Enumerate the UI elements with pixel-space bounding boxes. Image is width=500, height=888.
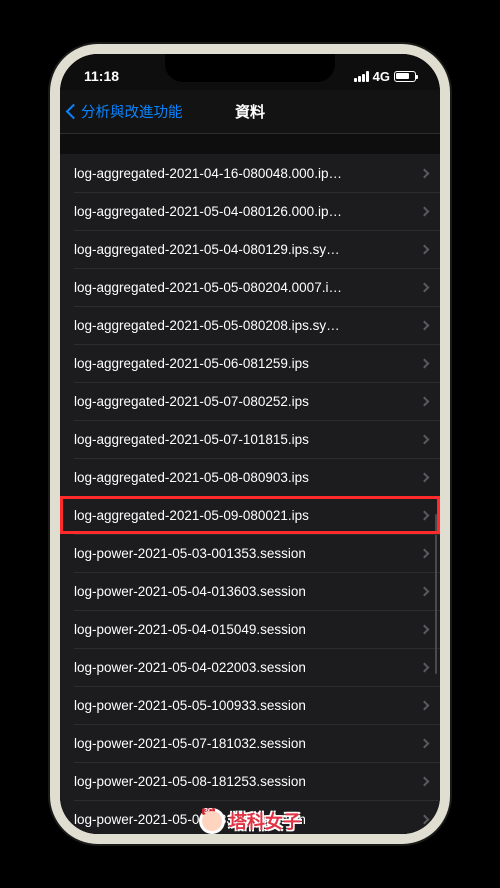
log-row-label: log-aggregated-2021-05-06-081259.ips <box>74 356 413 371</box>
chevron-right-icon <box>420 738 430 748</box>
log-row[interactable]: log-power-2021-05-04-013603.session <box>60 572 440 610</box>
chevron-right-icon <box>420 662 430 672</box>
log-row[interactable]: log-aggregated-2021-05-06-081259.ips <box>60 344 440 382</box>
log-row-label: log-aggregated-2021-05-05-080204.0007.i… <box>74 280 413 295</box>
log-row[interactable]: log-power-2021-05-05-100933.session <box>60 686 440 724</box>
phone-notch <box>165 54 335 82</box>
log-row-label: log-power-2021-05-04-013603.session <box>74 584 413 599</box>
signal-icon <box>354 71 369 82</box>
log-row-label: log-power-2021-05-03-001353.session <box>74 546 413 561</box>
page-title: 資料 <box>235 101 265 122</box>
log-row-label: log-aggregated-2021-04-16-080048.000.ip… <box>74 166 413 181</box>
screen: 11:18 4G 分析與改進功能 資料 log-aggregated-2021-… <box>60 54 440 834</box>
log-row[interactable]: log-aggregated-2021-05-05-080208.ips.sy… <box>60 306 440 344</box>
log-row-label: log-aggregated-2021-05-07-080252.ips <box>74 394 413 409</box>
log-row[interactable]: log-power-2021-05-03-001353.session <box>60 534 440 572</box>
chevron-right-icon <box>420 282 430 292</box>
chevron-right-icon <box>420 358 430 368</box>
status-time: 11:18 <box>84 68 119 84</box>
log-row[interactable]: log-power-2021-05-04-015049.session <box>60 610 440 648</box>
list-container[interactable]: log-aggregated-2021-04-16-080048.000.ip…… <box>60 134 440 834</box>
log-row-label: log-aggregated-2021-05-04-080126.000.ip… <box>74 204 413 219</box>
battery-icon <box>394 71 416 82</box>
log-row-label: log-power-2021-05-07-181032.session <box>74 736 413 751</box>
chevron-right-icon <box>420 206 430 216</box>
chevron-right-icon <box>420 244 430 254</box>
chevron-right-icon <box>420 624 430 634</box>
chevron-right-icon <box>420 510 430 520</box>
watermark: 3C 塔科女子 <box>199 808 301 834</box>
log-row[interactable]: log-aggregated-2021-05-05-080204.0007.i… <box>60 268 440 306</box>
back-label: 分析與改進功能 <box>81 101 183 122</box>
log-row[interactable]: log-aggregated-2021-05-09-080021.ips <box>60 496 440 534</box>
phone-frame: 11:18 4G 分析與改進功能 資料 log-aggregated-2021-… <box>50 44 450 844</box>
log-row-label: log-aggregated-2021-05-05-080208.ips.sy… <box>74 318 413 333</box>
log-row-label: log-power-2021-05-04-015049.session <box>74 622 413 637</box>
log-row-label: log-power-2021-05-08-181253.session <box>74 774 413 789</box>
chevron-right-icon <box>420 396 430 406</box>
log-row[interactable]: log-aggregated-2021-05-07-101815.ips <box>60 420 440 458</box>
chevron-right-icon <box>420 814 430 824</box>
log-row[interactable]: log-aggregated-2021-05-08-080903.ips <box>60 458 440 496</box>
log-row-label: log-power-2021-05-05-100933.session <box>74 698 413 713</box>
chevron-right-icon <box>420 700 430 710</box>
chevron-right-icon <box>420 776 430 786</box>
chevron-right-icon <box>420 168 430 178</box>
log-list: log-aggregated-2021-04-16-080048.000.ip…… <box>60 154 440 834</box>
log-row[interactable]: log-aggregated-2021-05-04-080126.000.ip… <box>60 192 440 230</box>
status-right: 4G <box>354 69 416 84</box>
network-label: 4G <box>373 69 390 84</box>
back-button[interactable]: 分析與改進功能 <box>60 101 183 122</box>
log-row-label: log-aggregated-2021-05-07-101815.ips <box>74 432 413 447</box>
chevron-right-icon <box>420 586 430 596</box>
log-row[interactable]: log-aggregated-2021-05-04-080129.ips.sy… <box>60 230 440 268</box>
chevron-right-icon <box>420 434 430 444</box>
chevron-right-icon <box>420 548 430 558</box>
log-row[interactable]: log-power-2021-05-07-181032.session <box>60 724 440 762</box>
log-row-label: log-aggregated-2021-05-09-080021.ips <box>74 508 413 523</box>
chevron-left-icon <box>66 104 82 120</box>
log-row-label: log-aggregated-2021-05-08-080903.ips <box>74 470 413 485</box>
chevron-right-icon <box>420 320 430 330</box>
chevron-right-icon <box>420 472 430 482</box>
log-row[interactable]: log-power-2021-05-08-181253.session <box>60 762 440 800</box>
watermark-avatar-icon: 3C <box>199 808 225 834</box>
log-row[interactable]: log-power-2021-05-04-022003.session <box>60 648 440 686</box>
scroll-indicator[interactable] <box>435 514 438 674</box>
log-row-label: log-aggregated-2021-05-04-080129.ips.sy… <box>74 242 413 257</box>
log-row[interactable]: log-aggregated-2021-04-16-080048.000.ip… <box>60 154 440 192</box>
log-row[interactable]: log-aggregated-2021-05-07-080252.ips <box>60 382 440 420</box>
nav-bar: 分析與改進功能 資料 <box>60 90 440 134</box>
watermark-text: 塔科女子 <box>229 808 301 834</box>
log-row-label: log-power-2021-05-04-022003.session <box>74 660 413 675</box>
